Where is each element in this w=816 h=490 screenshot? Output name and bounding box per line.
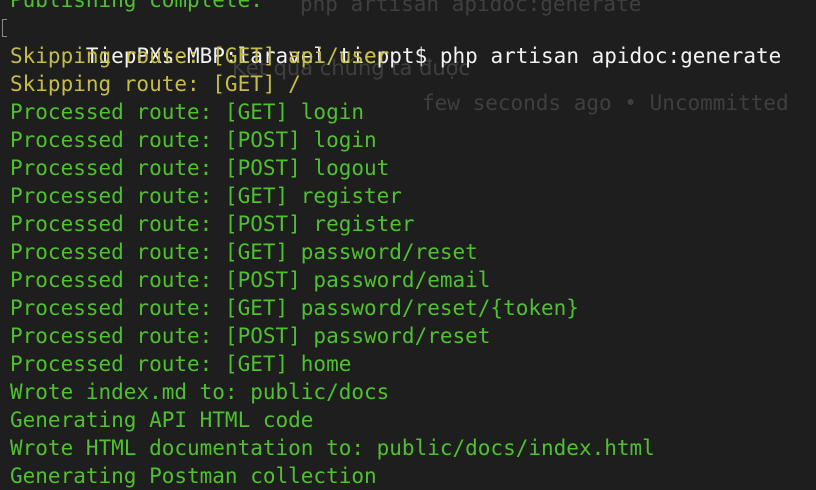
output-line: Processed route: [GET] password/reset/{t… — [10, 296, 579, 320]
output-line: Processed route: [POST] password/reset — [10, 324, 491, 348]
command-output: Skipping route: [GET] api/user Skipping r… — [0, 42, 816, 490]
output-line: Wrote index.md to: public/docs — [10, 380, 390, 404]
mark-bracket-icon — [2, 19, 7, 37]
output-line: Processed route: [POST] logout — [10, 156, 390, 180]
output-line: Processed route: [POST] login — [10, 128, 377, 152]
output-line: Wrote HTML documentation to: public/docs… — [10, 436, 655, 460]
output-line: Processed route: [POST] register — [10, 212, 415, 236]
output-line: Processed route: [GET] home — [10, 352, 352, 376]
output-line: Processed route: [POST] password/email — [10, 268, 491, 292]
output-line: Generating Postman collection — [10, 464, 377, 488]
skipped-route-line: Skipping route: [GET] / — [10, 72, 301, 96]
skipped-route-line: Skipping route: [GET] api/user — [10, 44, 390, 68]
terminal-output: Publishing complete. TiepPXs-MBP:laravel… — [0, 0, 816, 490]
terminal-window[interactable]: php artisan apidoc:generate Kết quả chún… — [0, 0, 816, 490]
output-line: Processed route: [GET] password/reset — [10, 240, 478, 264]
output-line: Generating API HTML code — [10, 408, 314, 432]
previous-output-line: Publishing complete. — [10, 0, 263, 12]
output-line: Processed route: [GET] register — [10, 184, 402, 208]
prompt-line: TiepPXs-MBP:laravel tieppt$ php artisan … — [0, 14, 816, 68]
output-line: Processed route: [GET] login — [10, 100, 365, 124]
